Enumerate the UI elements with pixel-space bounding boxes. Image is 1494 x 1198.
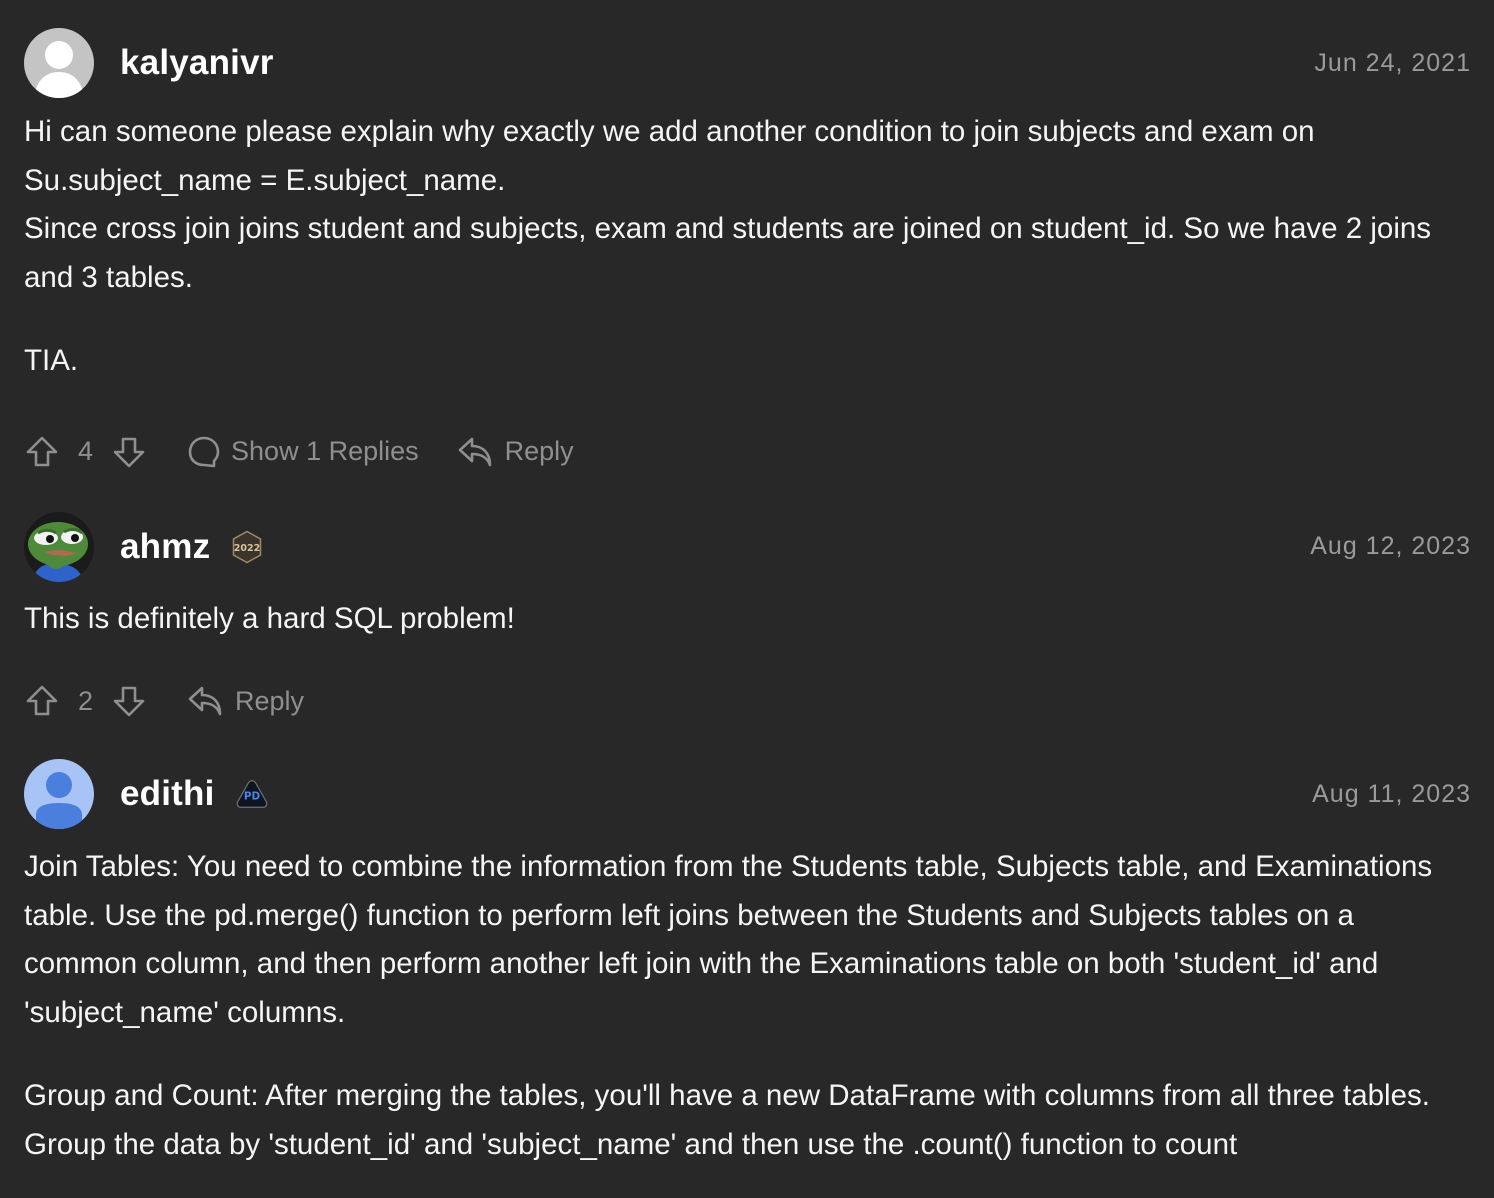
comment-header: ahmz 2022 Aug 12, 2023 — [24, 511, 1471, 582]
comment: edithi PD Aug 11, 2023 Join Tables: You … — [24, 759, 1471, 1169]
annual-badge[interactable]: 2022 — [230, 530, 264, 564]
comment-header: kalyanivr Jun 24, 2021 — [24, 28, 1471, 98]
reply-arrow-icon — [188, 686, 222, 716]
comment-date: Aug 12, 2023 — [1310, 532, 1471, 560]
comment-paragraph: Group and Count: After merging the table… — [24, 1079, 1430, 1161]
comment-paragraph: This is definitely a hard SQL problem! — [24, 601, 515, 635]
reply-arrow-icon — [458, 437, 491, 466]
comment-list: kalyanivr Jun 24, 2021 Hi can someone pl… — [0, 0, 1494, 1169]
arrow-up-icon — [26, 436, 58, 466]
badge-text: 2022 — [234, 543, 260, 554]
comment-date: Jun 24, 2021 — [1314, 48, 1471, 77]
hexagon-2022-badge-icon: 2022 — [233, 530, 262, 563]
comment-body: This is definitely a hard SQL problem! — [24, 595, 1471, 644]
comment: kalyanivr Jun 24, 2021 Hi can someone pl… — [24, 0, 1471, 476]
comment-actions: 4 Show 1 Replies Reply — [24, 428, 1471, 476]
comment-body: Hi can someone please explain why exactl… — [24, 108, 1471, 386]
username[interactable]: kalyanivr — [120, 43, 274, 83]
upvote-button[interactable] — [24, 683, 60, 719]
reply-button[interactable]: Reply — [457, 435, 574, 469]
arrow-up-icon — [26, 685, 58, 716]
vote-count: 2 — [78, 685, 94, 716]
comment-date: Aug 11, 2023 — [1312, 779, 1471, 808]
downvote-button[interactable] — [111, 683, 147, 719]
username[interactable]: edithi — [120, 774, 215, 814]
upvote-button[interactable] — [24, 434, 60, 470]
badge-text: PD — [243, 791, 260, 803]
default-user-avatar-icon — [24, 28, 94, 98]
reply-label: Reply — [235, 685, 305, 716]
username[interactable]: ahmz — [120, 527, 210, 567]
downvote-button[interactable] — [111, 434, 147, 470]
avatar[interactable] — [24, 28, 94, 98]
comment-paragraph: Hi can someone please explain why exactl… — [24, 115, 1432, 294]
avatar[interactable] — [24, 759, 94, 829]
pd-triangle-badge-icon: PD — [236, 780, 267, 808]
pd-badge[interactable]: PD — [235, 777, 269, 811]
comment-actions: 2 Reply — [24, 677, 1471, 725]
pepe-frog-avatar-icon — [24, 511, 94, 582]
show-replies-button[interactable]: Show 1 Replies — [187, 435, 419, 469]
avatar[interactable] — [24, 511, 94, 582]
comment-paragraph: TIA. — [24, 344, 79, 377]
arrow-down-icon — [113, 437, 145, 467]
comment-bubble-icon — [188, 436, 220, 467]
reply-button[interactable]: Reply — [187, 684, 304, 718]
vote-count: 4 — [78, 436, 94, 466]
comment-paragraph: Join Tables: You need to combine the inf… — [24, 850, 1433, 1029]
show-replies-label: Show 1 Replies — [231, 436, 419, 466]
default-user-avatar-icon — [24, 759, 94, 829]
reply-label: Reply — [504, 436, 574, 466]
arrow-down-icon — [113, 686, 145, 717]
comment-body: Join Tables: You need to combine the inf… — [24, 843, 1471, 1169]
comment-header: edithi PD Aug 11, 2023 — [24, 759, 1471, 829]
comment: ahmz 2022 Aug 12, 2023 This is definitel… — [24, 511, 1471, 726]
